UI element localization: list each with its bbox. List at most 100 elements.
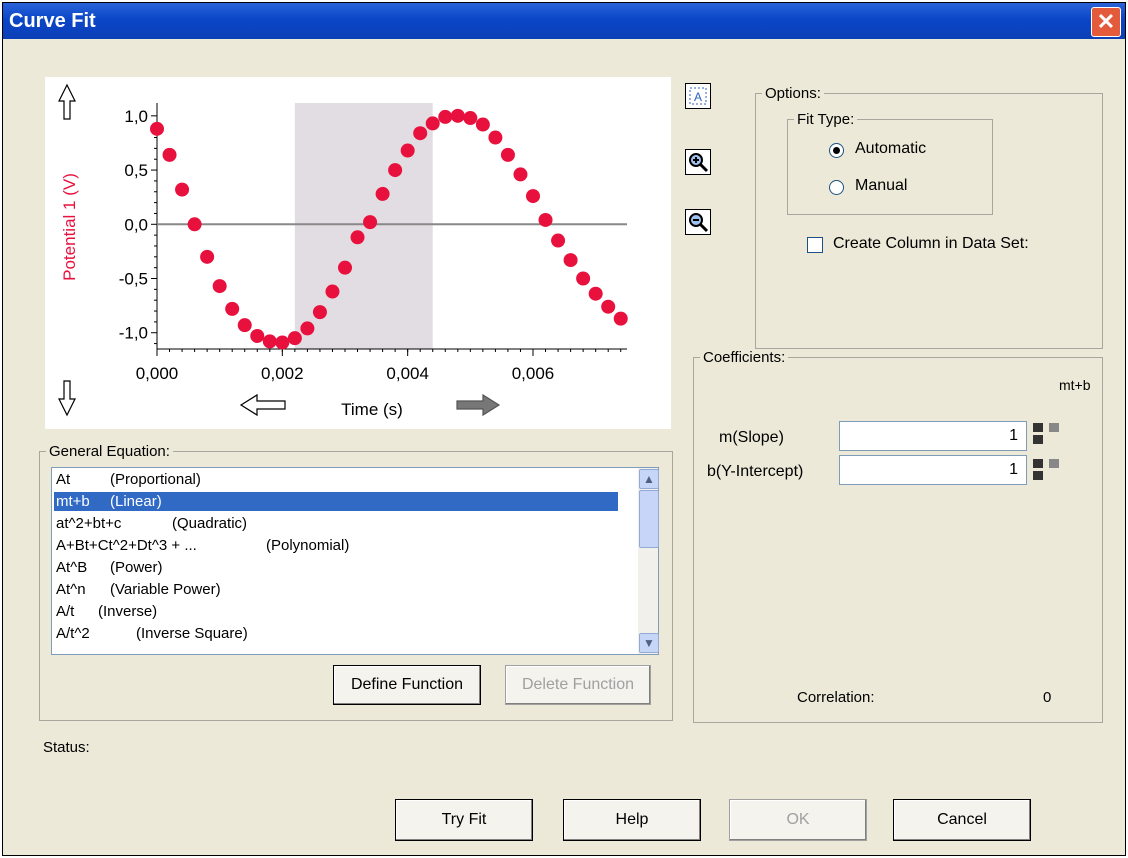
data-point (338, 260, 352, 275)
data-point (300, 321, 315, 336)
slope-decrement-icon[interactable] (1033, 435, 1043, 444)
data-point (563, 253, 578, 268)
slope-increment-icon[interactable] (1033, 423, 1043, 432)
y-tick-label: 0,5 (124, 161, 148, 180)
equation-description: (Quadratic) (172, 515, 248, 532)
data-point (601, 299, 616, 314)
data-point (576, 271, 591, 286)
scroll-down-arrow-icon[interactable]: ▼ (639, 633, 659, 653)
y-tick-label: -0,5 (119, 270, 148, 289)
equation-list-item[interactable]: at^2+bt+c (Quadratic) (54, 514, 618, 533)
correlation-label: Correlation: (797, 689, 875, 706)
data-point (175, 182, 190, 197)
equation-description: (Variable Power) (110, 581, 221, 598)
equation-list-item[interactable]: At (Proportional) (54, 470, 618, 489)
equation-formula: mt+b (56, 493, 90, 510)
options-legend: Options: (765, 85, 821, 102)
automatic-radio[interactable] (829, 143, 844, 158)
slope-field[interactable]: 1 (839, 421, 1027, 451)
data-point (500, 147, 515, 162)
cancel-button[interactable]: Cancel (893, 799, 1031, 841)
equation-formula: A+Bt+Ct^2+Dt^3 + ... (56, 537, 197, 554)
title-bar: Curve Fit ✕ (3, 3, 1125, 39)
intercept-increment-icon[interactable] (1033, 459, 1043, 468)
help-button[interactable]: Help (563, 799, 701, 841)
equation-list-scrollbar[interactable]: ▲ ▼ (638, 468, 659, 654)
equation-description: (Proportional) (110, 471, 201, 488)
manual-label: Manual (855, 177, 908, 194)
try-fit-button[interactable]: Try Fit (395, 799, 533, 841)
zoom-out-icon[interactable] (685, 209, 711, 235)
equation-list-item[interactable]: A/t^2 (Inverse Square) (54, 624, 618, 643)
autoscale-icon[interactable]: A (685, 83, 711, 109)
up-arrow-icon[interactable] (58, 83, 76, 120)
data-point (388, 163, 403, 178)
intercept-lock-icon[interactable] (1049, 459, 1059, 468)
equation-description: (Polynomial) (266, 537, 350, 554)
equation-list-item[interactable]: At^n (Variable Power) (54, 580, 618, 599)
status-label: Status: (43, 739, 90, 756)
data-point (450, 108, 465, 123)
left-arrow-icon[interactable] (239, 393, 286, 417)
create-column-label: Create Column in Data Set: (833, 235, 1029, 252)
data-point (488, 130, 503, 145)
right-arrow-icon[interactable] (456, 393, 501, 417)
data-point (475, 117, 490, 132)
define-function-button[interactable]: Define Function (333, 665, 481, 705)
fit-type-group: Fit Type: (787, 111, 993, 215)
intercept-label: b(Y-Intercept) (707, 463, 804, 480)
down-arrow-icon[interactable] (58, 380, 76, 417)
correlation-value: 0 (1043, 689, 1052, 706)
intercept-decrement-icon[interactable] (1033, 471, 1043, 480)
manual-radio[interactable] (829, 180, 844, 195)
fit-type-legend: Fit Type: (797, 111, 855, 128)
data-point (275, 335, 290, 350)
equation-list-item[interactable]: At^B (Power) (54, 558, 618, 577)
equation-formula: A/t (56, 603, 75, 620)
slope-lock-icon[interactable] (1049, 423, 1059, 432)
equation-formula: At^n (56, 581, 86, 598)
equation-list[interactable]: At (Proportional) mt+b (Linear) at^2+bt+c (Qu… (51, 467, 659, 655)
data-point (187, 217, 202, 232)
data-point (613, 311, 628, 326)
x-tick-label: 0,002 (261, 364, 304, 383)
scrollbar-thumb[interactable] (639, 490, 659, 548)
general-equation-legend: General Equation: (49, 443, 170, 460)
equation-list-item[interactable]: mt+b (Linear) (54, 492, 618, 511)
scroll-up-arrow-icon[interactable]: ▲ (639, 469, 659, 489)
data-point (538, 212, 553, 227)
y-axis-label: Potential 1 (V) (60, 173, 79, 281)
close-button[interactable]: ✕ (1091, 7, 1121, 37)
data-point (513, 167, 528, 182)
ok-button[interactable]: OK (729, 799, 867, 841)
equation-description: (Power) (110, 559, 163, 576)
data-point (312, 305, 327, 320)
create-column-checkbox[interactable] (807, 237, 823, 253)
data-point (425, 116, 440, 131)
data-point (375, 186, 390, 201)
graph-panel[interactable]: 1,0 0,5 0,0 -0,5 -1,0 0,000 0,002 0,004 0,006 Pot… (45, 77, 671, 429)
data-point (350, 230, 365, 245)
equation-formula: At (56, 471, 71, 488)
slope-label: m(Slope) (719, 429, 784, 446)
svg-text:A: A (694, 90, 702, 104)
data-point (325, 284, 340, 299)
data-point (588, 286, 603, 301)
coefficients-equation: mt+b (1059, 377, 1091, 393)
delete-function-button[interactable]: Delete Function (505, 665, 651, 705)
equation-formula: At^B (56, 559, 88, 576)
data-point (438, 109, 453, 124)
intercept-field[interactable]: 1 (839, 455, 1027, 485)
window-title: Curve Fit (9, 10, 96, 32)
data-point (262, 334, 277, 349)
x-tick-label: 0,006 (512, 364, 555, 383)
equation-description: (Inverse) (98, 603, 158, 620)
equation-list-item[interactable]: A+Bt+Ct^2+Dt^3 + ... (Polynomial) (54, 536, 618, 555)
automatic-label: Automatic (855, 140, 927, 157)
equation-list-item[interactable]: A/t (Inverse) (54, 602, 618, 621)
data-point (150, 121, 164, 136)
data-point (212, 279, 227, 294)
data-chart[interactable]: 1,0 0,5 0,0 -0,5 -1,0 0,000 0,002 0,004 0,006 Pot… (45, 77, 671, 429)
data-point (526, 189, 540, 204)
zoom-in-icon[interactable] (685, 149, 711, 175)
